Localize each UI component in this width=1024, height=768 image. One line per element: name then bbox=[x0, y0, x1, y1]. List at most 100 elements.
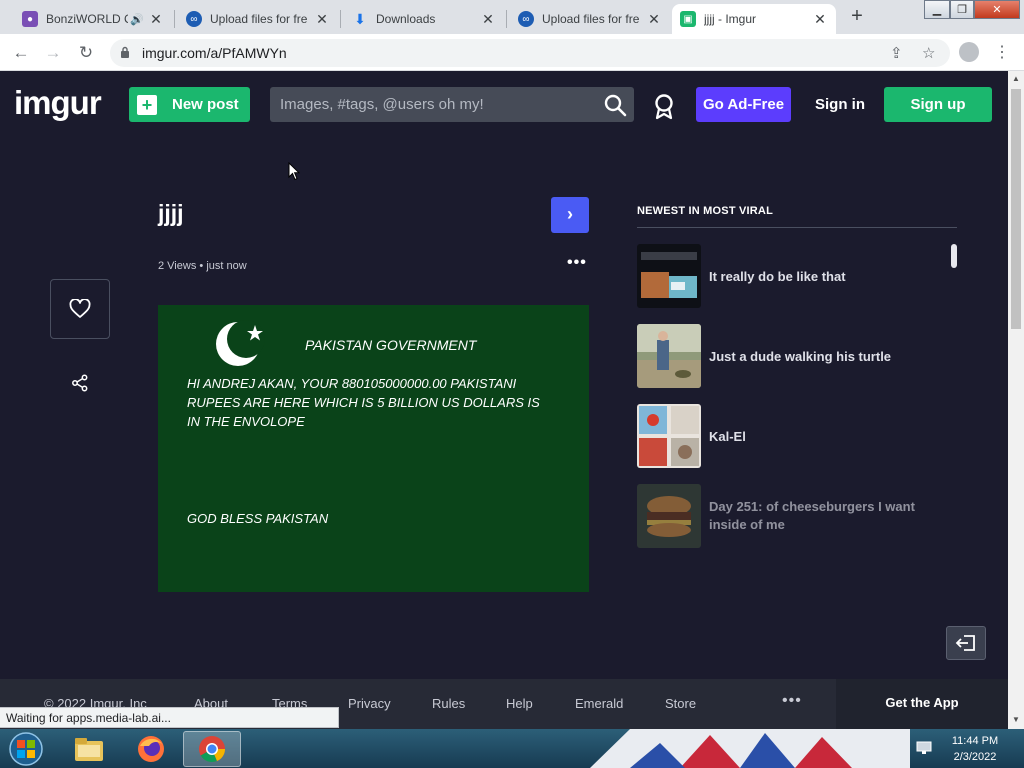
taskbar-clock[interactable]: 11:44 PM 2/3/2022 bbox=[944, 733, 1006, 765]
tab-divider bbox=[506, 10, 507, 28]
crescent-star-icon bbox=[216, 320, 265, 366]
sign-up-button[interactable]: Sign up bbox=[884, 87, 992, 122]
search-input[interactable] bbox=[270, 87, 634, 122]
media-lab-icon: ∞ bbox=[518, 11, 534, 27]
tab-bonziworld[interactable]: ● BonziWORLD C 🔊 ✕ bbox=[14, 4, 172, 34]
viral-label: Just a dude walking his turtle bbox=[709, 349, 892, 364]
share-page-icon[interactable]: ⇪ bbox=[890, 44, 903, 62]
post-meta: 2 Views • just now bbox=[158, 260, 247, 272]
favorite-button[interactable] bbox=[50, 279, 110, 339]
footer-link-help[interactable]: Help bbox=[506, 696, 533, 711]
footer-link-privacy[interactable]: Privacy bbox=[348, 696, 391, 711]
tab-close-icon[interactable]: ✕ bbox=[314, 11, 330, 27]
viral-thumbnail bbox=[637, 324, 701, 388]
chevron-right-icon: › bbox=[567, 204, 573, 224]
tab-close-icon[interactable]: ✕ bbox=[812, 11, 828, 27]
new-post-button[interactable]: + New post bbox=[129, 87, 250, 122]
bookmark-star-icon[interactable]: ☆ bbox=[922, 44, 935, 62]
browser-toolbar: ← → ↻ imgur.com/a/PfAMWYn ⇪ ☆ ⋮ bbox=[0, 34, 1024, 71]
browser-menu-icon[interactable]: ⋮ bbox=[994, 42, 1010, 62]
view-count: 2 Views bbox=[158, 260, 197, 272]
viral-thumbnail bbox=[637, 244, 701, 308]
footer-link-store[interactable]: Store bbox=[665, 696, 696, 711]
footer-more-icon[interactable]: ••• bbox=[782, 692, 802, 710]
firefox-icon bbox=[138, 736, 164, 762]
viral-label: Day 251: of cheeseburgers I want inside … bbox=[709, 499, 915, 532]
image-heading: PAKISTAN GOVERNMENT bbox=[305, 337, 477, 353]
imgur-logo[interactable]: imgur bbox=[14, 84, 102, 122]
clock-date: 2/3/2022 bbox=[953, 751, 997, 763]
back-button[interactable]: ← bbox=[10, 42, 32, 64]
tab-close-icon[interactable]: ✕ bbox=[148, 11, 164, 27]
share-icon[interactable] bbox=[71, 374, 89, 392]
clock-time: 11:44 PM bbox=[951, 735, 999, 747]
media-lab-icon: ∞ bbox=[186, 11, 202, 27]
sign-in-link[interactable]: Sign in bbox=[815, 96, 865, 113]
tab-divider bbox=[174, 10, 175, 28]
image-footer-text: GOD BLESS PAKISTAN bbox=[187, 511, 329, 526]
address-bar[interactable]: imgur.com/a/PfAMWYn ⇪ ☆ bbox=[110, 39, 950, 67]
browser-status-text: Waiting for apps.media-lab.ai... bbox=[0, 707, 339, 728]
footer-link-rules[interactable]: Rules bbox=[432, 696, 465, 711]
firefox-taskbar-button[interactable] bbox=[122, 731, 180, 767]
viral-item[interactable]: It really do be like that bbox=[637, 244, 937, 308]
tab-upload-1[interactable]: ∞ Upload files for fre ✕ bbox=[178, 4, 338, 34]
network-icon[interactable] bbox=[916, 740, 932, 756]
go-ad-free-button[interactable]: Go Ad-Free bbox=[696, 87, 791, 122]
new-tab-button[interactable]: + bbox=[846, 6, 868, 28]
maximize-button[interactable]: ❐ bbox=[950, 0, 974, 19]
heart-icon bbox=[69, 299, 91, 318]
browser-tabstrip: ● BonziWORLD C 🔊 ✕ ∞ Upload files for fr… bbox=[0, 0, 1024, 34]
post-time: just now bbox=[206, 260, 247, 272]
get-the-app-button[interactable]: Get the App bbox=[836, 679, 1008, 729]
scroll-up-icon[interactable]: ▲ bbox=[1012, 74, 1020, 83]
chrome-taskbar-button[interactable] bbox=[183, 731, 241, 767]
mouse-cursor-icon bbox=[288, 162, 300, 181]
bonzi-icon: ● bbox=[22, 11, 38, 27]
viral-label: Kal-El bbox=[709, 429, 746, 444]
scroll-down-icon[interactable]: ▼ bbox=[1012, 715, 1020, 724]
viral-label: It really do be like that bbox=[709, 269, 846, 284]
viral-thumbnail bbox=[637, 484, 701, 548]
lock-icon[interactable] bbox=[120, 46, 130, 58]
tab-close-icon[interactable]: ✕ bbox=[646, 11, 662, 27]
footer-link-emerald[interactable]: Emerald bbox=[575, 696, 623, 711]
imgur-icon: ▣ bbox=[680, 11, 696, 27]
tab-upload-2[interactable]: ∞ Upload files for fre ✕ bbox=[510, 4, 670, 34]
reload-button[interactable]: ↻ bbox=[75, 42, 97, 64]
tab-imgur[interactable]: ▣ jjjj - Imgur ✕ bbox=[672, 4, 836, 34]
url-text[interactable]: imgur.com/a/PfAMWYn bbox=[142, 45, 287, 61]
explorer-taskbar-button[interactable] bbox=[60, 731, 118, 767]
post-options-icon[interactable]: ••• bbox=[567, 254, 587, 272]
chrome-icon bbox=[199, 736, 225, 763]
viral-item[interactable]: Just a dude walking his turtle bbox=[637, 324, 937, 388]
post-image[interactable]: PAKISTAN GOVERNMENT HI ANDREJ AKAN, YOUR… bbox=[158, 305, 589, 592]
search-icon[interactable] bbox=[603, 93, 627, 117]
sidebar-scrollbar[interactable] bbox=[951, 244, 957, 268]
start-button[interactable] bbox=[4, 731, 48, 767]
next-post-button[interactable]: › bbox=[551, 197, 589, 233]
profile-avatar-icon[interactable] bbox=[959, 42, 979, 62]
sidebar-title: NEWEST IN MOST VIRAL bbox=[637, 205, 773, 217]
speaker-icon[interactable]: 🔊 bbox=[130, 13, 144, 26]
tab-divider bbox=[340, 10, 341, 28]
post-title: jjjj bbox=[158, 200, 184, 226]
tab-downloads[interactable]: ⬇ Downloads ✕ bbox=[344, 4, 504, 34]
tab-close-icon[interactable]: ✕ bbox=[480, 11, 496, 27]
download-icon: ⬇ bbox=[354, 10, 366, 27]
image-body-text: HI ANDREJ AKAN, YOUR 880105000000.00 PAK… bbox=[187, 376, 540, 429]
viral-item[interactable]: Day 251: of cheeseburgers I want inside … bbox=[637, 484, 937, 548]
forward-button[interactable]: → bbox=[42, 42, 64, 64]
page-scrollbar[interactable]: ▲ ▼ bbox=[1008, 71, 1024, 729]
close-window-button[interactable]: ✕ bbox=[974, 0, 1020, 19]
exit-fullscreen-button[interactable] bbox=[946, 626, 986, 660]
windows-taskbar: 11:44 PM 2/3/2022 bbox=[0, 729, 1024, 768]
minimize-button[interactable]: ▁ bbox=[924, 0, 950, 19]
exit-icon bbox=[955, 635, 975, 651]
plus-icon: + bbox=[137, 94, 157, 115]
scrollbar-thumb[interactable] bbox=[1011, 89, 1021, 329]
viral-thumbnail bbox=[637, 404, 701, 468]
sidebar-divider bbox=[637, 227, 957, 228]
award-icon[interactable] bbox=[653, 94, 675, 120]
viral-item[interactable]: Kal-El bbox=[637, 404, 937, 468]
